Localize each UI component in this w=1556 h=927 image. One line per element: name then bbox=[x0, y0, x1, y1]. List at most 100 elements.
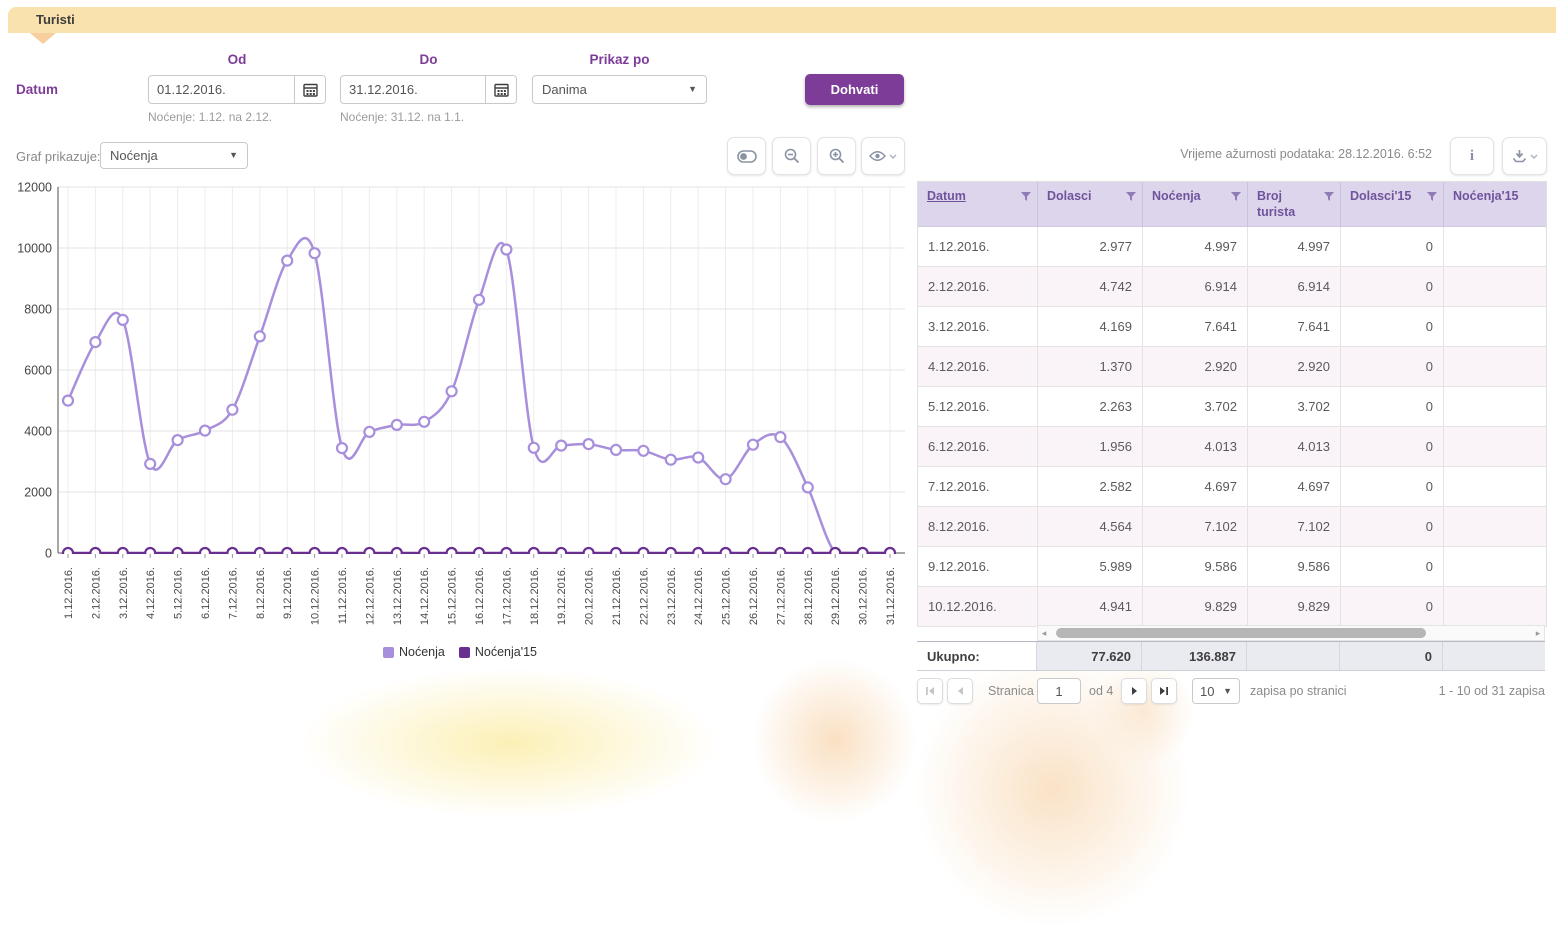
cell-dolasci: 1.956 bbox=[1038, 427, 1143, 466]
cell-dolasci15: 0 bbox=[1341, 547, 1444, 586]
svg-text:14.12.2016.: 14.12.2016. bbox=[419, 567, 431, 625]
date-to-input[interactable] bbox=[341, 82, 485, 97]
cell-datum: 6.12.2016. bbox=[918, 427, 1038, 466]
scrollbar-track[interactable] bbox=[1050, 626, 1532, 640]
filter-icon[interactable] bbox=[1427, 192, 1437, 202]
scrollbar-thumb[interactable] bbox=[1056, 628, 1426, 638]
svg-text:23.12.2016.: 23.12.2016. bbox=[666, 567, 678, 625]
svg-text:9.12.2016.: 9.12.2016. bbox=[282, 567, 294, 619]
table-row[interactable]: 3.12.2016.4.1697.6417.6410 bbox=[918, 307, 1546, 347]
footer-total-dolasci15: 0 bbox=[1340, 642, 1443, 670]
table-row[interactable]: 8.12.2016.4.5647.1027.1020 bbox=[918, 507, 1546, 547]
chart-legend: Noćenja Noćenja'15 bbox=[10, 645, 910, 659]
cell-nocenja: 9.586 bbox=[1143, 547, 1248, 586]
cell-broj-turista: 4.697 bbox=[1248, 467, 1341, 506]
footer-label: Ukupno: bbox=[917, 642, 1037, 670]
column-header-datum[interactable]: Datum bbox=[918, 182, 1038, 226]
filter-icon[interactable] bbox=[1126, 192, 1136, 202]
column-label: Noćenja'15 bbox=[1453, 189, 1519, 205]
table-row[interactable]: 5.12.2016.2.2633.7023.7020 bbox=[918, 387, 1546, 427]
page-number-input[interactable] bbox=[1037, 678, 1081, 704]
series-visibility-button[interactable] bbox=[861, 137, 905, 175]
page-size-label: zapisa po stranici bbox=[1250, 683, 1347, 699]
filter-icon[interactable] bbox=[1021, 192, 1031, 202]
filter-icon[interactable] bbox=[1324, 192, 1334, 202]
date-from-field[interactable] bbox=[148, 75, 326, 104]
svg-text:12.12.2016.: 12.12.2016. bbox=[364, 567, 376, 625]
cell-nocenja: 4.697 bbox=[1143, 467, 1248, 506]
prikaz-po-label: Prikaz po bbox=[532, 52, 707, 67]
svg-text:3.12.2016.: 3.12.2016. bbox=[118, 567, 130, 619]
column-header-broj-turista[interactable]: Broj turista bbox=[1248, 182, 1341, 226]
svg-text:7.12.2016.: 7.12.2016. bbox=[227, 567, 239, 619]
previous-page-button[interactable] bbox=[947, 678, 973, 704]
table-row[interactable]: 7.12.2016.2.5824.6974.6970 bbox=[918, 467, 1546, 507]
cell-broj-turista: 7.641 bbox=[1248, 307, 1341, 346]
background-blob bbox=[300, 668, 720, 818]
cell-nocenja: 4.013 bbox=[1143, 427, 1248, 466]
horizontal-scrollbar[interactable]: ◂ ▸ bbox=[1037, 625, 1545, 641]
cell-dolasci: 1.370 bbox=[1038, 347, 1143, 386]
next-page-button[interactable] bbox=[1121, 678, 1147, 704]
cell-dolasci15: 0 bbox=[1341, 467, 1444, 506]
info-icon: i bbox=[1470, 148, 1474, 165]
cell-broj-turista: 6.914 bbox=[1248, 267, 1341, 306]
table-row[interactable]: 2.12.2016.4.7426.9146.9140 bbox=[918, 267, 1546, 307]
svg-text:29.12.2016.: 29.12.2016. bbox=[830, 567, 842, 625]
table-row[interactable]: 10.12.2016.4.9419.8299.8290 bbox=[918, 587, 1546, 627]
tab-pointer bbox=[30, 33, 56, 44]
graf-prikazuje-select[interactable]: Noćenja ▼ bbox=[100, 142, 248, 169]
table-row[interactable]: 6.12.2016.1.9564.0134.0130 bbox=[918, 427, 1546, 467]
calendar-icon[interactable] bbox=[485, 76, 516, 103]
scroll-right-icon[interactable]: ▸ bbox=[1532, 626, 1544, 640]
page-tab-turisti[interactable]: Turisti bbox=[8, 7, 1556, 33]
zoom-in-button[interactable] bbox=[817, 137, 856, 175]
page-size-select[interactable]: 10 ▼ bbox=[1192, 678, 1240, 704]
scroll-left-icon[interactable]: ◂ bbox=[1038, 626, 1050, 640]
table-row[interactable]: 1.12.2016.2.9774.9974.9970 bbox=[918, 227, 1546, 267]
x-axis-labels: 1.12.2016.2.12.2016.3.12.2016.4.12.2016.… bbox=[63, 567, 897, 625]
last-page-button[interactable] bbox=[1151, 678, 1177, 704]
date-from-input[interactable] bbox=[149, 82, 294, 97]
column-header-dolasci[interactable]: Dolasci bbox=[1038, 182, 1143, 226]
background-blob bbox=[1090, 660, 1195, 765]
svg-text:2000: 2000 bbox=[24, 486, 52, 500]
datum-label: Datum bbox=[16, 82, 58, 97]
legend-item-nocenja15[interactable]: Noćenja'15 bbox=[459, 645, 537, 659]
table-row[interactable]: 9.12.2016.5.9899.5869.5860 bbox=[918, 547, 1546, 587]
legend-item-nocenja[interactable]: Noćenja bbox=[383, 645, 445, 659]
svg-text:1.12.2016.: 1.12.2016. bbox=[63, 567, 75, 619]
export-button[interactable] bbox=[1502, 137, 1547, 175]
cell-nocenja15 bbox=[1444, 227, 1546, 266]
filter-icon[interactable] bbox=[1231, 192, 1241, 202]
column-label: Dolasci bbox=[1047, 189, 1091, 205]
column-header-dolasci15[interactable]: Dolasci'15 bbox=[1341, 182, 1444, 226]
date-to-field[interactable] bbox=[340, 75, 517, 104]
cell-nocenja: 7.102 bbox=[1143, 507, 1248, 546]
dohvati-button[interactable]: Dohvati bbox=[805, 74, 904, 105]
calendar-icon[interactable] bbox=[294, 76, 325, 103]
chart-theme-toggle-button[interactable] bbox=[727, 137, 766, 175]
svg-text:4.12.2016.: 4.12.2016. bbox=[145, 567, 157, 619]
first-page-button[interactable] bbox=[917, 678, 943, 704]
svg-text:0: 0 bbox=[45, 547, 52, 561]
graf-prikazuje-label: Graf prikazuje: bbox=[16, 149, 101, 164]
cell-dolasci: 4.941 bbox=[1038, 587, 1143, 626]
column-header-nocenja[interactable]: Noćenja bbox=[1143, 182, 1248, 226]
zoom-out-button[interactable] bbox=[772, 137, 811, 175]
chevron-down-icon: ▼ bbox=[229, 151, 238, 160]
cell-broj-turista: 3.702 bbox=[1248, 387, 1341, 426]
cell-nocenja15 bbox=[1444, 387, 1546, 426]
cell-dolasci: 2.582 bbox=[1038, 467, 1143, 506]
graf-prikazuje-value: Noćenja bbox=[110, 148, 158, 163]
cell-nocenja15 bbox=[1444, 467, 1546, 506]
cell-nocenja15 bbox=[1444, 427, 1546, 466]
column-header-nocenja15[interactable]: Noćenja'15 bbox=[1444, 182, 1546, 226]
table-row[interactable]: 4.12.2016.1.3702.9202.9200 bbox=[918, 347, 1546, 387]
do-label: Do bbox=[340, 52, 517, 67]
chevron-down-icon: ▼ bbox=[688, 85, 697, 94]
prikaz-po-select[interactable]: Danima ▼ bbox=[532, 75, 707, 104]
table-footer: Ukupno: 77.620 136.887 0 bbox=[917, 641, 1545, 671]
info-button[interactable]: i bbox=[1450, 137, 1494, 175]
svg-text:12000: 12000 bbox=[17, 181, 52, 195]
